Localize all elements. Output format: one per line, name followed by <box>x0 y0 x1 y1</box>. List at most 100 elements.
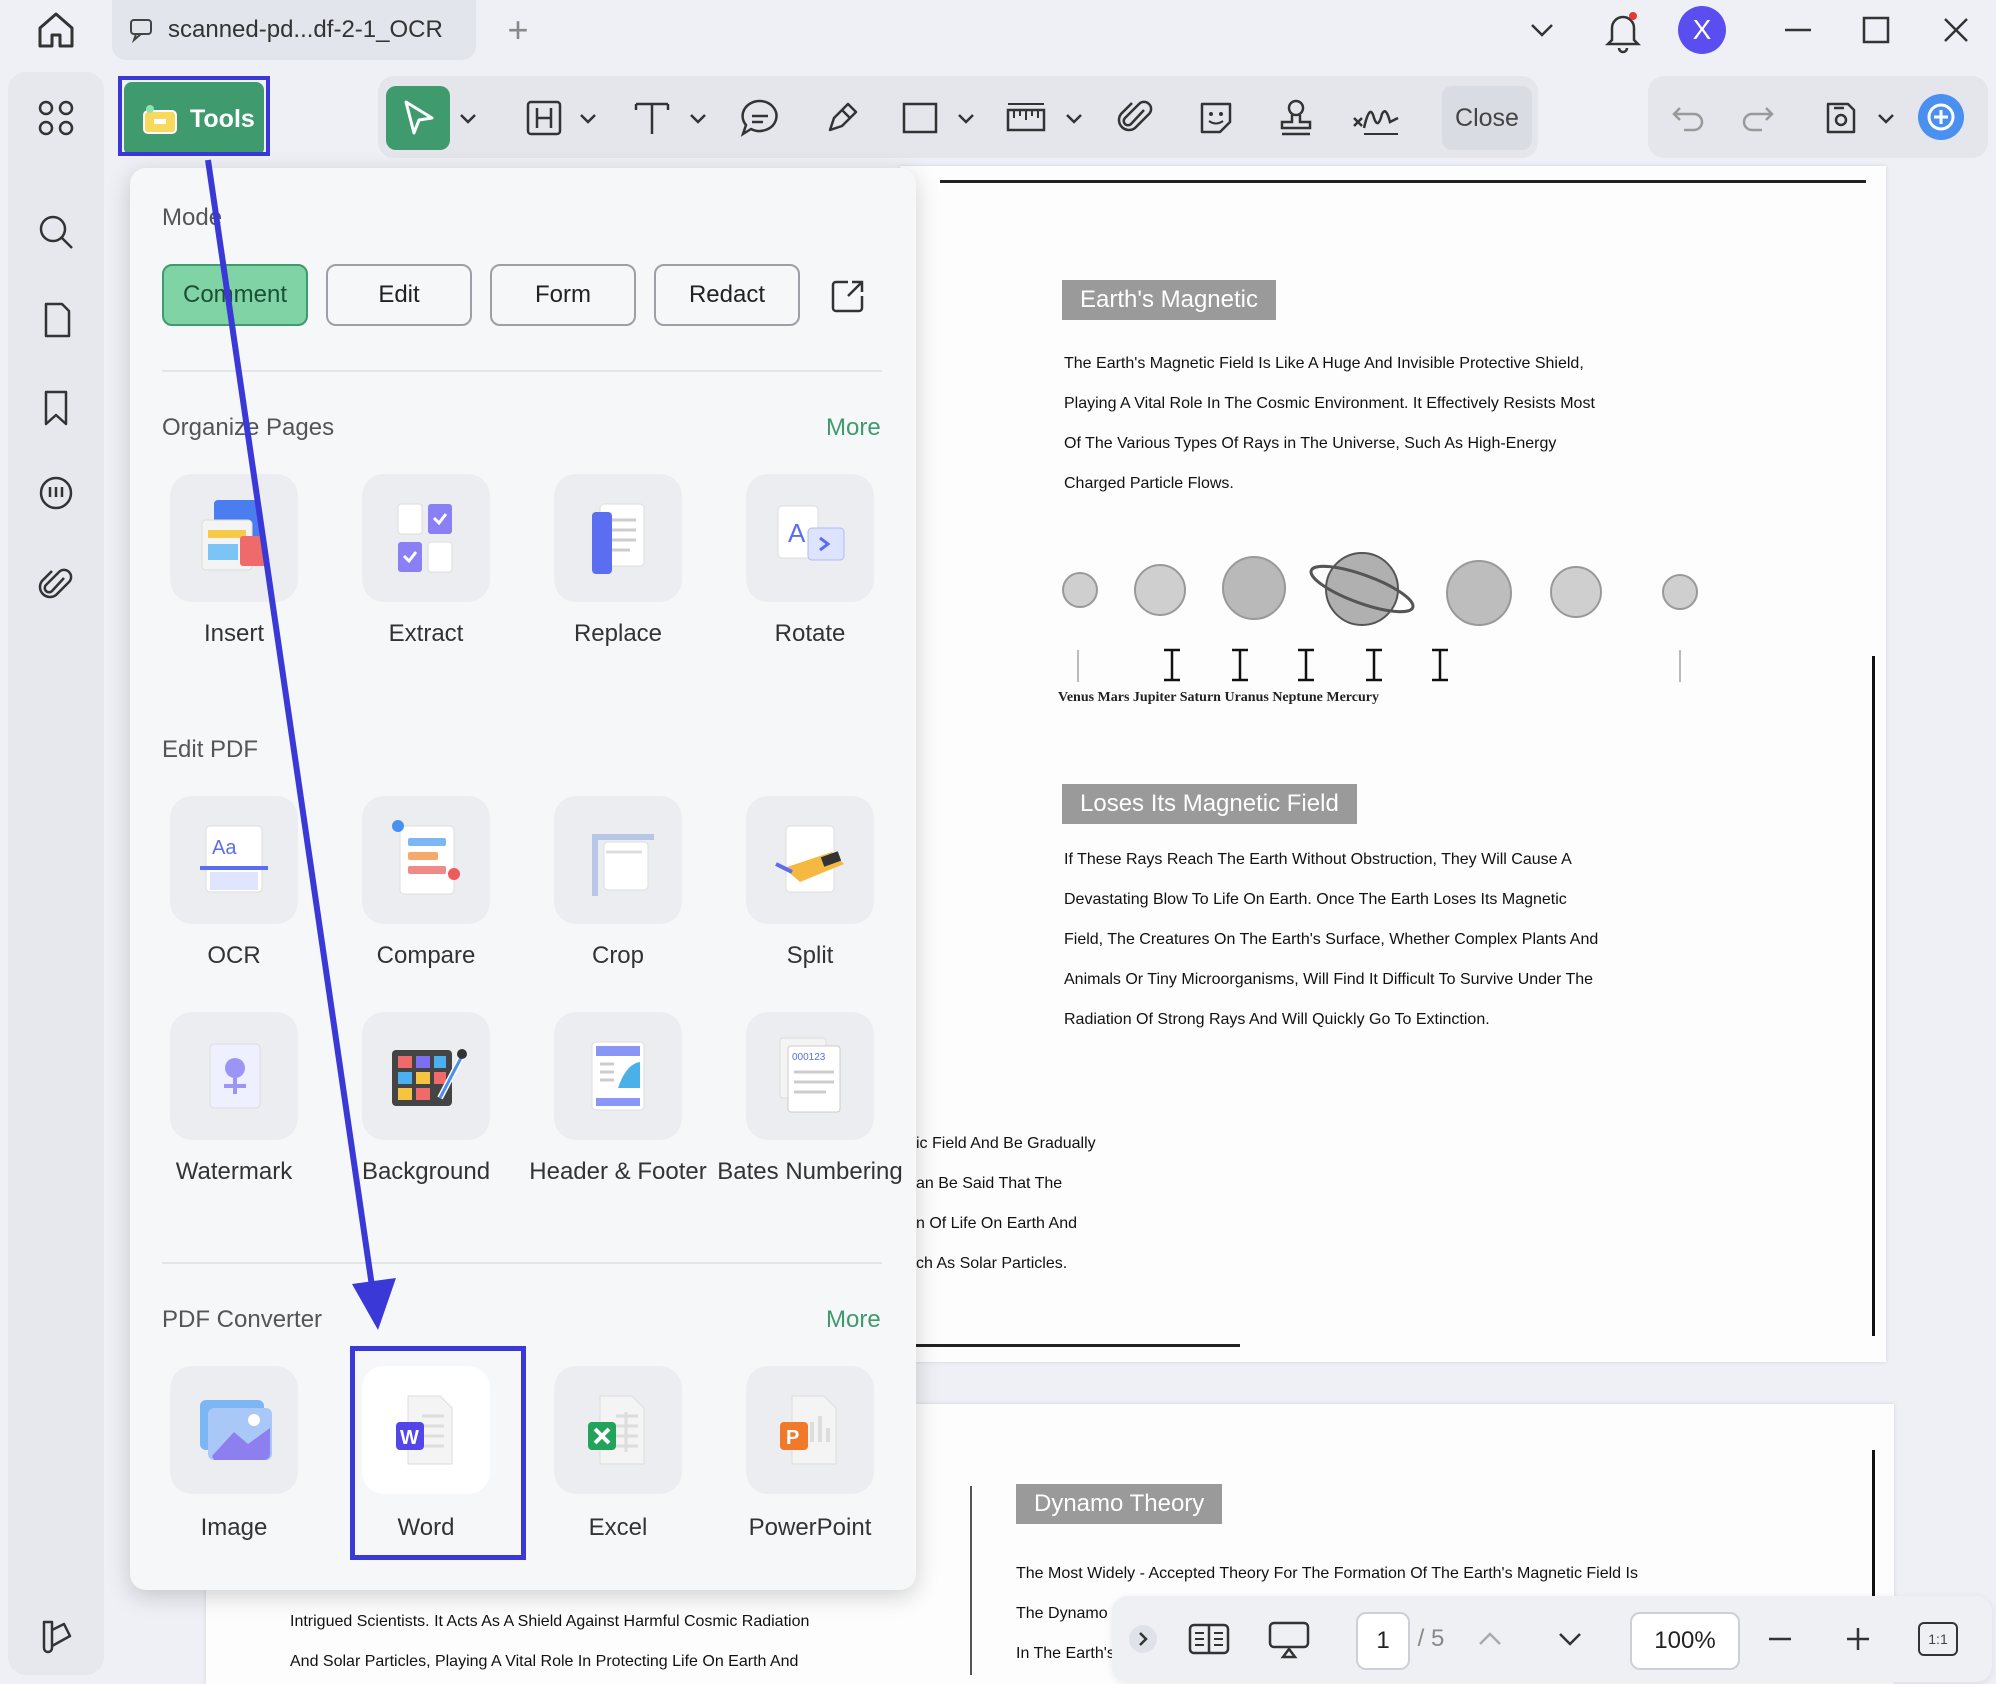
split-tile[interactable] <box>746 796 874 924</box>
comment-icon[interactable] <box>734 92 786 144</box>
background-tile[interactable] <box>362 1012 490 1140</box>
watermark-icon <box>209 1043 261 1109</box>
replace-icon <box>592 503 645 574</box>
insert-tile[interactable] <box>170 474 298 602</box>
convert-excel-label: Excel <box>588 1514 648 1541</box>
mode-redact-button[interactable]: Redact <box>654 264 800 326</box>
stamp-icon[interactable] <box>1270 92 1322 144</box>
organize-more-link[interactable]: More <box>826 414 881 442</box>
chevron-down-icon[interactable] <box>1524 12 1560 48</box>
reading-mode-icon[interactable] <box>1184 1614 1234 1664</box>
close-window-icon[interactable] <box>1938 12 1974 48</box>
crop-icon <box>592 834 654 896</box>
page-thumbnail-icon[interactable] <box>28 292 84 348</box>
search-icon[interactable] <box>28 204 84 260</box>
highlight-icon[interactable] <box>518 92 570 144</box>
signature-icon[interactable] <box>1350 92 1402 144</box>
select-dropdown-icon[interactable] <box>456 92 480 144</box>
bates-numbering-tile[interactable]: 000123 <box>746 1012 874 1140</box>
mode-comment-button[interactable]: Comment <box>162 264 308 326</box>
shape-dropdown-icon[interactable] <box>954 92 978 144</box>
ocr-icon: Aa <box>200 825 268 893</box>
maximize-icon[interactable] <box>1858 12 1894 48</box>
undo-icon[interactable] <box>1662 92 1714 144</box>
svg-text:Aa: Aa <box>212 837 237 859</box>
planet-uranus <box>1446 560 1512 626</box>
pen-icon[interactable] <box>816 92 868 144</box>
extract-tile[interactable] <box>362 474 490 602</box>
crop-tile[interactable] <box>554 796 682 924</box>
highlight-dropdown-icon[interactable] <box>576 92 600 144</box>
planet-markers <box>1072 646 1692 686</box>
planet-venus <box>1062 572 1098 608</box>
text-tool-icon[interactable] <box>626 92 678 144</box>
mode-edit-button[interactable]: Edit <box>326 264 472 326</box>
convert-image-tile[interactable] <box>170 1366 298 1494</box>
converter-more-link[interactable]: More <box>826 1306 881 1334</box>
rotate-tile[interactable]: A <box>746 474 874 602</box>
split-label: Split <box>786 942 834 969</box>
svg-text:A: A <box>788 518 806 548</box>
background-label: Background <box>361 1158 491 1185</box>
heading-loses-magnetic-field: Loses Its Magnetic Field <box>1062 784 1357 824</box>
actual-size-button[interactable]: 1:1 <box>1918 1614 1958 1664</box>
ocr-label: OCR <box>207 942 261 969</box>
minimize-icon[interactable] <box>1780 12 1816 48</box>
heading-earths-magnetic: Earth's Magnetic <box>1062 280 1276 320</box>
watermark-tile[interactable] <box>170 1012 298 1140</box>
text-dropdown-icon[interactable] <box>686 92 710 144</box>
select-tool-button[interactable] <box>386 86 450 150</box>
page-number-input[interactable]: 1 <box>1356 1612 1410 1670</box>
replace-label: Replace <box>573 620 663 647</box>
sticker-icon[interactable] <box>1190 92 1242 144</box>
attachment-icon[interactable] <box>28 556 84 612</box>
convert-powerpoint-label: PowerPoint <box>748 1514 872 1541</box>
shape-icon[interactable] <box>894 92 946 144</box>
zoom-in-icon[interactable] <box>1840 1614 1876 1664</box>
home-icon[interactable] <box>34 8 78 52</box>
compare-tile[interactable] <box>362 796 490 924</box>
powerpoint-icon: P <box>780 1395 837 1465</box>
measure-dropdown-icon[interactable] <box>1062 92 1086 144</box>
expand-bar-icon[interactable] <box>1126 1614 1160 1664</box>
document-tab[interactable]: scanned-pd...df-2-1_OCR <box>112 0 476 60</box>
new-tab-button[interactable]: + <box>498 10 538 50</box>
close-toolbar-button[interactable]: Close <box>1442 86 1532 150</box>
next-page-icon[interactable] <box>1552 1614 1588 1664</box>
organize-pages-title: Organize Pages <box>162 414 335 441</box>
background-icon <box>392 1049 467 1106</box>
present-icon[interactable] <box>1264 1614 1314 1664</box>
split-icon <box>775 825 844 893</box>
open-external-icon[interactable] <box>828 276 868 316</box>
previous-page-icon[interactable] <box>1472 1614 1508 1664</box>
notification-bell-icon[interactable] <box>1602 6 1644 54</box>
replace-tile[interactable] <box>554 474 682 602</box>
redo-icon[interactable] <box>1732 92 1784 144</box>
extract-label: Extract <box>388 620 464 647</box>
zoom-level[interactable]: 100% <box>1630 1612 1740 1670</box>
header-footer-tile[interactable] <box>554 1012 682 1140</box>
measure-icon[interactable] <box>1000 92 1052 144</box>
paragraph-5: Intrigued Scientists. It Acts As A Shiel… <box>290 1613 810 1670</box>
theme-icon[interactable] <box>28 1608 84 1664</box>
bookmark-icon[interactable] <box>28 380 84 436</box>
convert-powerpoint-tile[interactable]: P <box>746 1366 874 1494</box>
convert-excel-tile[interactable] <box>554 1366 682 1494</box>
attach-file-icon[interactable] <box>1110 92 1162 144</box>
ocr-tile[interactable]: Aa <box>170 796 298 924</box>
apps-grid-icon[interactable] <box>28 90 84 146</box>
page-edge-line <box>1872 656 1875 1336</box>
divider <box>162 1262 882 1264</box>
paragraph-1: The Earth's Magnetic Field Is Like A Hug… <box>1064 355 1595 492</box>
user-avatar[interactable]: X <box>1678 6 1726 54</box>
zoom-out-icon[interactable] <box>1762 1614 1798 1664</box>
pdf-converter-title: PDF Converter <box>162 1306 323 1333</box>
word-highlight-frame <box>350 1346 526 1560</box>
compare-icon <box>392 820 460 895</box>
save-icon[interactable] <box>1814 92 1866 144</box>
ai-assistant-icon[interactable] <box>1918 94 1964 140</box>
save-dropdown-icon[interactable] <box>1874 92 1898 144</box>
mode-form-button[interactable]: Form <box>490 264 636 326</box>
comment-list-icon[interactable] <box>28 466 84 522</box>
compare-label: Compare <box>376 942 476 969</box>
